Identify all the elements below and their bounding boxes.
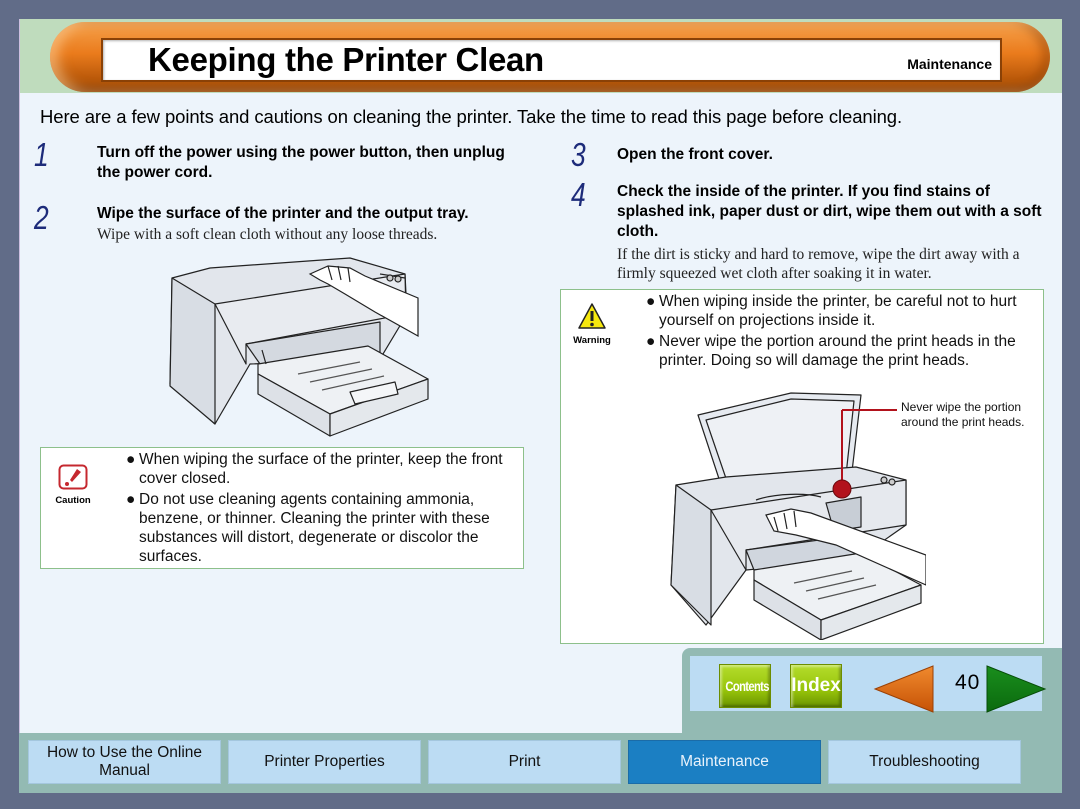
tab-how-to-use[interactable]: How to Use the Online Manual [28, 740, 221, 784]
step-text: Wipe the surface of the printer and the … [97, 205, 469, 222]
tab-troubleshooting[interactable]: Troubleshooting [828, 740, 1021, 784]
step-number: 3 [571, 136, 586, 173]
arrow-left-icon[interactable] [873, 664, 935, 714]
step-text: Open the front cover. [617, 146, 773, 163]
step-text: Check the inside of the printer. If you … [617, 183, 1042, 240]
title-banner: Keeping the Printer Clean Maintenance [50, 22, 1050, 92]
bullet-icon: ● [646, 293, 656, 310]
tab-print[interactable]: Print [428, 740, 621, 784]
warning-box: Warning ● When wiping inside the printer,… [560, 289, 1044, 644]
intro-text: Here are a few points and cautions on cl… [40, 106, 902, 127]
print-heads-callout: Never wipe the portion around the print … [901, 400, 1025, 429]
page-number: 40 [955, 671, 981, 694]
page-navigation-panel: Contents Index 40 [690, 656, 1047, 714]
warning-list: ● When wiping inside the printer, be care… [646, 292, 1041, 372]
title-box: Keeping the Printer Clean Maintenance [101, 38, 1002, 82]
page-navigation: Contents Index 40 [682, 648, 1062, 733]
page-title: Keeping the Printer Clean [148, 41, 544, 78]
bullet-icon: ● [126, 491, 136, 508]
printer-open-illustration [670, 392, 926, 640]
caution-list: ● When wiping the surface of the printer,… [126, 450, 516, 568]
warning-badge: Warning [569, 302, 615, 346]
step-subtext: If the dirt is sticky and hard to remove… [617, 246, 1020, 282]
index-button[interactable]: Index [790, 664, 842, 708]
arrow-right-icon[interactable] [985, 664, 1047, 714]
warning-item: ● Never wipe the portion around the print… [646, 333, 1016, 369]
caution-item: ● Do not use cleaning agents containing a… [126, 491, 490, 565]
step-number: 4 [571, 176, 586, 213]
contents-button[interactable]: Contents [719, 664, 771, 708]
bullet-icon: ● [646, 333, 656, 350]
warning-label: Warning [573, 335, 611, 346]
printer-wiping-illustration [169, 257, 429, 437]
manual-page: Keeping the Printer Clean Maintenance He… [19, 19, 1062, 733]
step-number: 2 [34, 199, 49, 236]
step-subtext: Wipe with a soft clean cloth without any… [97, 226, 438, 243]
caution-badge: Caution [53, 464, 93, 506]
tab-maintenance[interactable]: Maintenance [628, 740, 821, 784]
bottom-navigation: How to Use the Online Manual Printer Pro… [19, 733, 1062, 793]
warning-item: ● When wiping inside the printer, be care… [646, 293, 1017, 329]
warning-triangle-icon [578, 303, 606, 329]
step-text: Turn off the power using the power butto… [97, 144, 505, 181]
caution-item: ● When wiping the surface of the printer,… [126, 451, 503, 487]
bullet-icon: ● [126, 451, 136, 468]
caution-box: Caution ● When wiping the surface of the … [40, 447, 524, 569]
tab-printer-properties[interactable]: Printer Properties [228, 740, 421, 784]
step-number: 1 [34, 136, 49, 173]
section-label: Maintenance [907, 56, 992, 72]
caution-label: Caution [55, 495, 91, 506]
caution-icon [58, 464, 88, 490]
